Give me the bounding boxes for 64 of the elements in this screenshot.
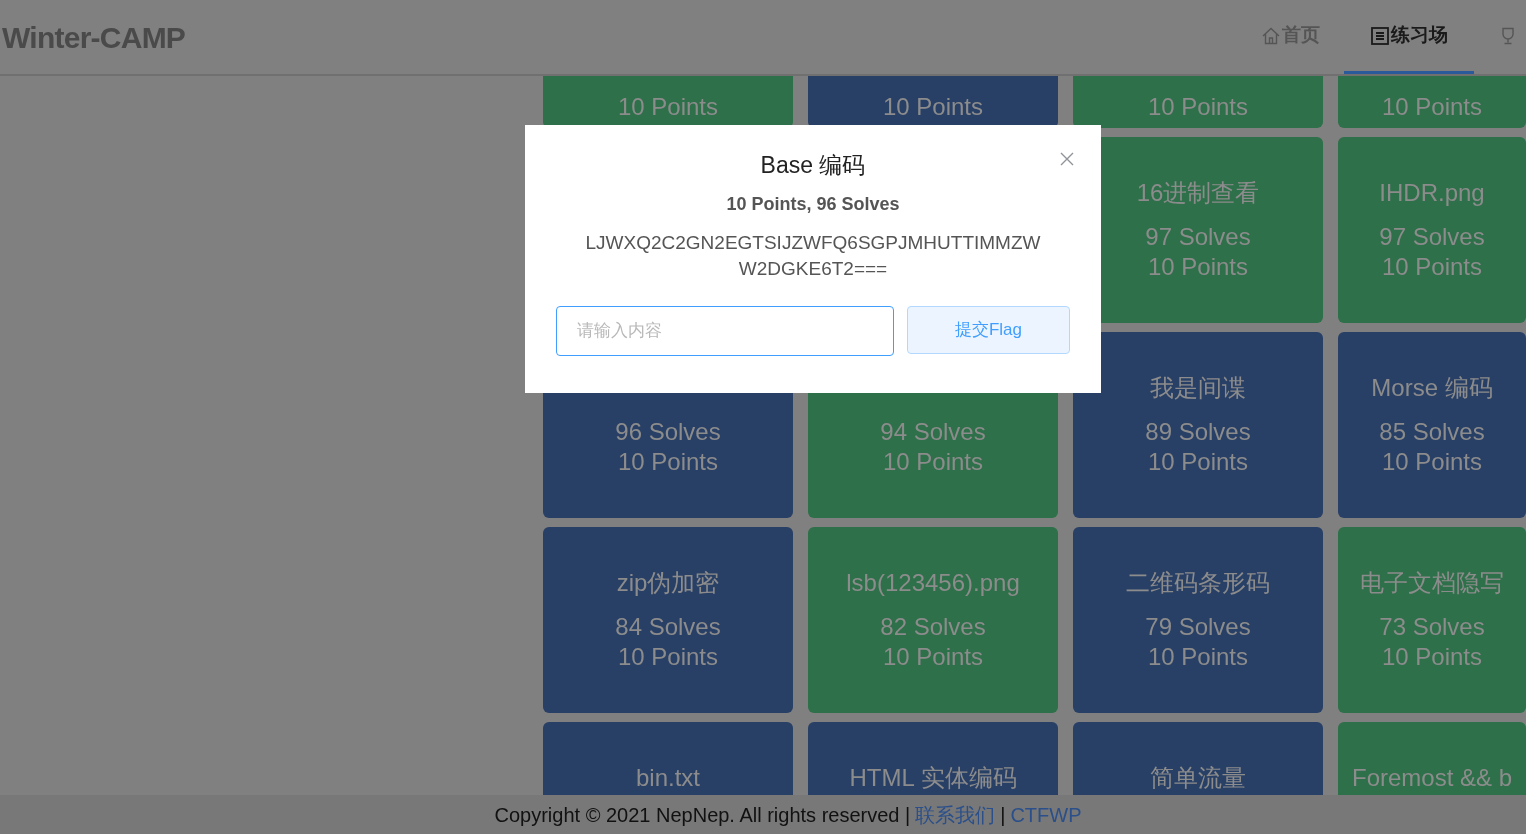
points-value: 10 Points xyxy=(1381,642,1483,672)
challenge-title: zip伪加密 xyxy=(616,568,720,598)
points-value: 10 Points xyxy=(882,642,984,672)
solves-count: 82 Solves xyxy=(880,612,986,642)
challenge-title: lsb(123456).png xyxy=(846,568,1020,598)
close-icon xyxy=(1059,151,1075,167)
solves-count: 94 Solves xyxy=(880,417,986,447)
challenge-title: 电子文档隐写 xyxy=(1360,568,1504,598)
challenge-card[interactable]: 10 Points xyxy=(1338,76,1526,128)
challenge-title: 二维码条形码 xyxy=(1126,568,1270,598)
challenge-card[interactable]: 电子文档隐写 73 Solves 10 Points xyxy=(1338,527,1526,713)
copyright-text: Copyright © 2021 NepNep. All rights reserved | xyxy=(494,802,911,828)
challenge-title: Morse 编码 xyxy=(1371,373,1493,403)
challenge-card[interactable]: Foremost && b xyxy=(1338,722,1526,795)
solves-count: 85 Solves xyxy=(1379,417,1485,447)
challenge-title: 16进制查看 xyxy=(1136,178,1260,208)
footer-link[interactable]: CTFWP xyxy=(1010,799,1082,830)
challenge-card[interactable]: Morse 编码 85 Solves 10 Points xyxy=(1338,332,1526,518)
challenge-card[interactable]: IHDR.png 97 Solves 10 Points xyxy=(1338,137,1526,323)
challenge-card[interactable]: 二维码条形码 79 Solves 10 Points xyxy=(1073,527,1323,713)
points-value: 10 Points xyxy=(882,447,984,477)
solves-count: 84 Solves xyxy=(615,612,721,642)
challenge-title: IHDR.png xyxy=(1379,178,1485,208)
challenge-title: HTML 实体编码 xyxy=(849,763,1017,793)
points-value: 10 Points xyxy=(617,642,719,672)
dialog-subtitle: 10 Points, 96 Solves xyxy=(726,193,900,216)
solves-count: 97 Solves xyxy=(1379,222,1485,252)
dialog-title: Base 编码 xyxy=(760,151,866,180)
home-icon xyxy=(1261,25,1281,46)
challenge-title: Foremost && b xyxy=(1351,763,1513,793)
challenge-card[interactable]: bin.txt xyxy=(543,722,793,795)
challenge-card[interactable]: 10 Points xyxy=(543,76,793,128)
challenge-card[interactable]: lsb(123456).png 82 Solves 10 Points xyxy=(808,527,1058,713)
challenge-card[interactable]: zip伪加密 84 Solves 10 Points xyxy=(543,527,793,713)
flag-input[interactable]: 请输入内容 xyxy=(556,306,894,356)
points-value: 10 Points xyxy=(1147,642,1249,672)
points-value: 10 Points xyxy=(1381,447,1483,477)
solves-count: 97 Solves xyxy=(1145,222,1251,252)
challenge-description: LJWXQ2C2GN2EGTSIJZWFQ6SGPJMHUTTIMMZWW2DGKE6T2=== xyxy=(585,231,1041,281)
solves-count: 79 Solves xyxy=(1145,612,1251,642)
footer-link[interactable]: 联系我们 xyxy=(915,799,996,830)
points-value: 10 Points xyxy=(1381,252,1483,282)
challenge-title: 简单流量 xyxy=(1150,763,1246,793)
separator: | xyxy=(1000,802,1006,828)
solves-count: 89 Solves xyxy=(1145,417,1251,447)
points-value: 10 Points xyxy=(617,447,719,477)
points-value: 10 Points xyxy=(1147,92,1249,122)
points-value: 10 Points xyxy=(882,92,984,122)
challenge-card[interactable]: 10 Points xyxy=(808,76,1058,128)
points-value: 10 Points xyxy=(1147,447,1249,477)
solves-count: 73 Solves xyxy=(1379,612,1485,642)
points-value: 10 Points xyxy=(1381,92,1483,122)
points-value: 10 Points xyxy=(617,92,719,122)
solves-count: 96 Solves xyxy=(615,417,721,447)
submit-flag-button[interactable]: 提交Flag xyxy=(907,306,1070,354)
points-value: 10 Points xyxy=(1147,252,1249,282)
challenge-card[interactable]: 我是间谍 89 Solves 10 Points xyxy=(1073,332,1323,518)
challenge-card[interactable]: HTML 实体编码 xyxy=(808,722,1058,795)
list-icon xyxy=(1370,25,1390,46)
challenge-title: bin.txt xyxy=(636,763,700,793)
close-button[interactable] xyxy=(1059,151,1075,167)
challenge-card[interactable]: 10 Points xyxy=(1073,76,1323,128)
challenge-title: 我是间谍 xyxy=(1150,373,1246,403)
challenge-card[interactable]: 简单流量 xyxy=(1073,722,1323,795)
